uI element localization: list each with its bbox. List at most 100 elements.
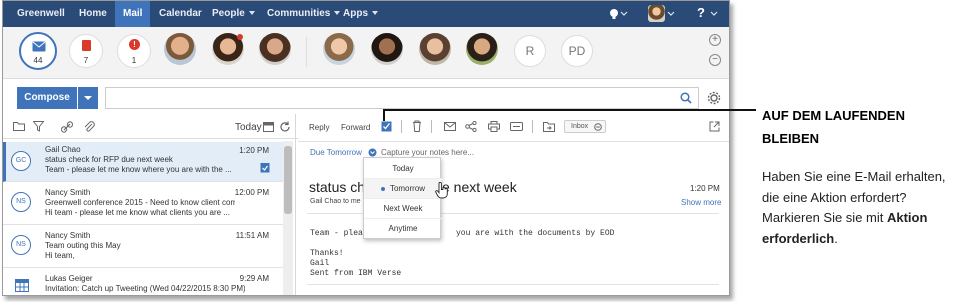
dropdown-option-tomorrow[interactable]: Tomorrow	[364, 179, 442, 199]
calendar-view-icon[interactable]	[263, 122, 274, 132]
envelope-icon[interactable]	[444, 122, 456, 131]
list-item[interactable]: GC Gail Chao status check for RFP due ne…	[3, 142, 283, 182]
show-more-link[interactable]: Show more	[681, 198, 721, 207]
remove-tag-icon[interactable]	[594, 123, 602, 131]
message-recipients[interactable]: Gail Chao to me	[310, 198, 361, 205]
message-thanks: Thanks!	[310, 249, 344, 258]
needs-action-icon[interactable]	[381, 120, 392, 132]
nav-people[interactable]: People	[212, 1, 255, 27]
person-avatar[interactable]	[323, 33, 355, 65]
compose-menu-button[interactable]	[78, 87, 98, 109]
search-input[interactable]	[105, 87, 699, 109]
nav-calendar[interactable]: Calendar	[159, 1, 202, 27]
person-initials[interactable]: PD	[561, 35, 593, 67]
mail-time: 12:00 PM	[234, 188, 269, 197]
person-avatar[interactable]	[164, 33, 196, 65]
toolbar-separator	[532, 120, 533, 133]
move-to-folder-icon[interactable]	[543, 121, 555, 132]
remove-icon[interactable]: −	[709, 54, 721, 66]
mail-preview: Hi team,	[45, 251, 75, 260]
search-icon	[680, 92, 692, 104]
list-item[interactable]: NS Nancy Smith Team outing this May Hi t…	[3, 226, 283, 268]
hand-cursor-icon	[435, 182, 448, 199]
person-avatar[interactable]	[419, 33, 451, 65]
nav-logo[interactable]: Greenwell	[17, 1, 65, 27]
mail-time: 1:20 PM	[239, 146, 269, 155]
settings-icon[interactable]	[707, 91, 721, 105]
person-avatar[interactable]	[371, 33, 403, 65]
important-bubble[interactable]: ! 1	[117, 34, 151, 68]
flag-icon	[82, 40, 91, 51]
notification-dot	[237, 34, 243, 40]
due-label[interactable]: Due Tomorrow	[310, 148, 362, 157]
mail-from: Nancy Smith	[45, 188, 91, 197]
message-subject-start: status ch	[309, 179, 366, 195]
notes-input[interactable]: Capture your notes here...	[381, 148, 474, 157]
mail-subject: Greenwell conference 2015 - Need to know…	[45, 198, 235, 207]
needs-action-icon[interactable]	[260, 162, 270, 173]
person-avatar[interactable]	[259, 33, 291, 65]
action-bubble[interactable]: 7	[69, 34, 103, 68]
dropdown-option-anytime[interactable]: Anytime	[364, 219, 442, 239]
chevron-down-icon	[248, 11, 255, 16]
user-avatar[interactable]	[648, 5, 665, 22]
print-icon[interactable]	[488, 121, 500, 132]
nav-people-label: People	[212, 8, 245, 19]
compose-button[interactable]: Compose	[17, 87, 77, 109]
person-initials[interactable]: R	[514, 35, 546, 67]
top-nav: Greenwell Home Mail Calendar People Comm…	[3, 1, 729, 27]
important-count: 1	[131, 56, 137, 65]
lightbulb-icon[interactable]	[609, 8, 629, 20]
inbox-bubble[interactable]: 44	[19, 32, 57, 70]
trash-icon[interactable]	[412, 120, 422, 132]
forward-button[interactable]: Forward	[341, 123, 370, 132]
filter-icon[interactable]	[33, 121, 44, 132]
folder-badge-label: Inbox	[571, 123, 589, 130]
list-item[interactable]: NS Nancy Smith Greenwell conference 2015…	[3, 183, 283, 225]
nav-communities[interactable]: Communities	[267, 1, 341, 27]
verse-screenshot: Greenwell Home Mail Calendar People Comm…	[2, 0, 730, 296]
message-signature: Gail	[310, 259, 330, 268]
folder-badge[interactable]: Inbox	[564, 120, 606, 133]
dropdown-option-today[interactable]: Today	[364, 159, 442, 179]
calendar-invite-icon	[15, 279, 29, 292]
mail-preview: Hi team - please let me know what client…	[45, 208, 230, 217]
link-icon[interactable]	[61, 121, 73, 133]
chevron-down-icon[interactable]	[667, 11, 675, 17]
people-divider	[306, 37, 307, 67]
nav-apps[interactable]: Apps	[343, 1, 378, 27]
attachment-icon[interactable]	[83, 121, 95, 133]
list-item[interactable]: Lukas Geiger Invitation: Catch up Tweeti…	[3, 269, 283, 295]
alert-icon: !	[129, 39, 140, 50]
toolbar-separator	[401, 120, 402, 133]
nav-mail[interactable]: Mail	[115, 1, 151, 27]
chevron-down-icon	[334, 11, 341, 16]
pop-out-icon[interactable]	[709, 121, 720, 132]
list-scroll-thumb[interactable]	[284, 146, 292, 214]
folder-icon[interactable]	[13, 121, 25, 131]
help-icon[interactable]: ?	[697, 5, 705, 20]
message-subject-end: e next week	[442, 179, 517, 195]
nav-home[interactable]: Home	[79, 1, 107, 27]
more-actions-icon[interactable]	[510, 121, 523, 132]
mail-from: Nancy Smith	[45, 231, 91, 240]
refresh-icon[interactable]	[279, 121, 291, 133]
add-icon[interactable]: +	[709, 34, 721, 46]
chevron-down-icon[interactable]	[710, 11, 718, 17]
pane-divider[interactable]	[295, 114, 296, 295]
chevron-down-icon[interactable]	[368, 148, 377, 157]
mail-from: Gail Chao	[45, 145, 81, 154]
reply-button[interactable]: Reply	[309, 123, 329, 132]
envelope-icon	[32, 41, 46, 52]
mail-time: 11:51 AM	[235, 231, 269, 240]
action-count: 7	[83, 56, 89, 65]
sort-label[interactable]: Today	[235, 122, 262, 133]
person-avatar[interactable]	[466, 33, 498, 65]
share-icon[interactable]	[465, 121, 477, 132]
chevron-down-icon	[84, 96, 92, 100]
dropdown-option-next-week[interactable]: Next Week	[364, 199, 442, 219]
mail-preview: Team - please let me know where you are …	[45, 165, 232, 174]
callout-line	[383, 109, 756, 111]
due-date-dropdown: Today Tomorrow Next Week Anytime	[363, 157, 442, 239]
nav-communities-label: Communities	[267, 8, 331, 19]
